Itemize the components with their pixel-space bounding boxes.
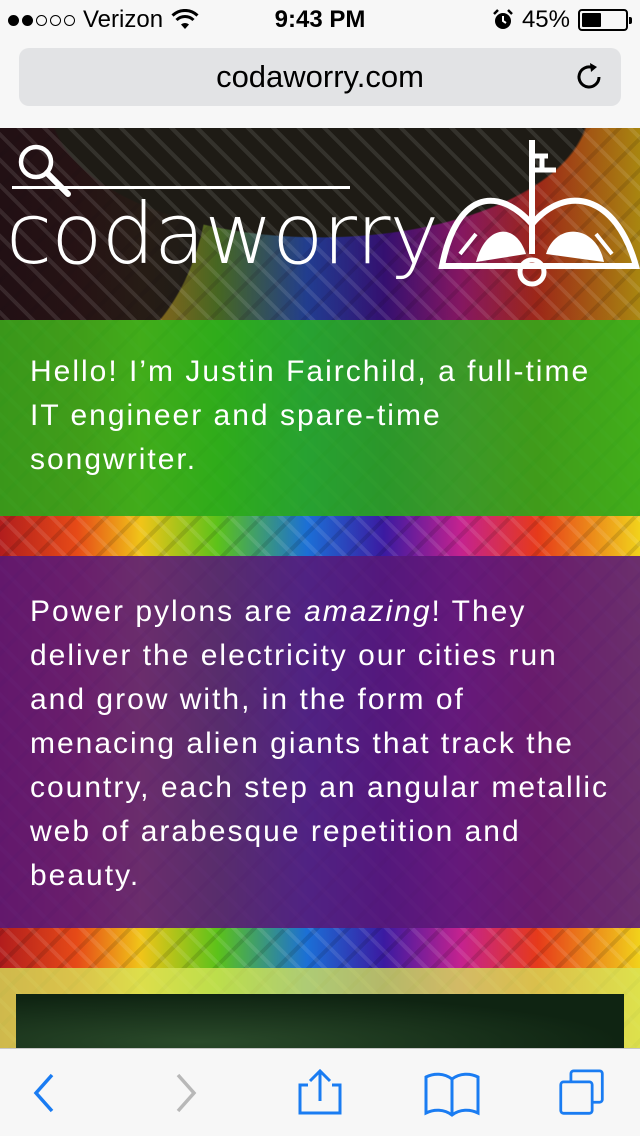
tabs-icon[interactable] bbox=[556, 1069, 608, 1117]
site-header: codaworry bbox=[0, 128, 640, 320]
forward-icon[interactable] bbox=[160, 1069, 208, 1117]
featured-image[interactable] bbox=[16, 994, 624, 1048]
web-content: codaworry Hello! I’m Justin Fairchild, a… bbox=[0, 128, 640, 1048]
bookmarks-icon[interactable] bbox=[424, 1069, 480, 1117]
pylons-panel: Power pylons are amazing! They deliver t… bbox=[0, 556, 640, 928]
browser-toolbar bbox=[0, 1048, 640, 1136]
pylon-key-logo-icon[interactable] bbox=[436, 134, 640, 294]
status-bar: Verizon 9:43 PM 45% bbox=[0, 0, 640, 40]
address-bar[interactable]: codaworry.com bbox=[19, 48, 621, 106]
back-icon[interactable] bbox=[22, 1069, 70, 1117]
battery-icon bbox=[578, 9, 632, 31]
url-text: codaworry.com bbox=[216, 59, 424, 94]
pylons-text: Power pylons are amazing! They deliver t… bbox=[30, 595, 610, 892]
battery-percent: 45% bbox=[521, 6, 570, 33]
share-icon[interactable] bbox=[296, 1069, 344, 1117]
browser-chrome: codaworry.com bbox=[0, 40, 640, 128]
site-logo-text[interactable]: codaworry bbox=[6, 192, 439, 276]
intro-panel: Hello! I’m Justin Fairchild, a full-time… bbox=[0, 320, 640, 516]
intro-text: Hello! I’m Justin Fairchild, a full-time… bbox=[30, 355, 591, 476]
featured-panel bbox=[0, 968, 640, 1048]
alarm-clock-icon bbox=[493, 9, 513, 29]
status-right: 45% bbox=[492, 6, 632, 34]
reload-icon[interactable] bbox=[573, 61, 605, 93]
